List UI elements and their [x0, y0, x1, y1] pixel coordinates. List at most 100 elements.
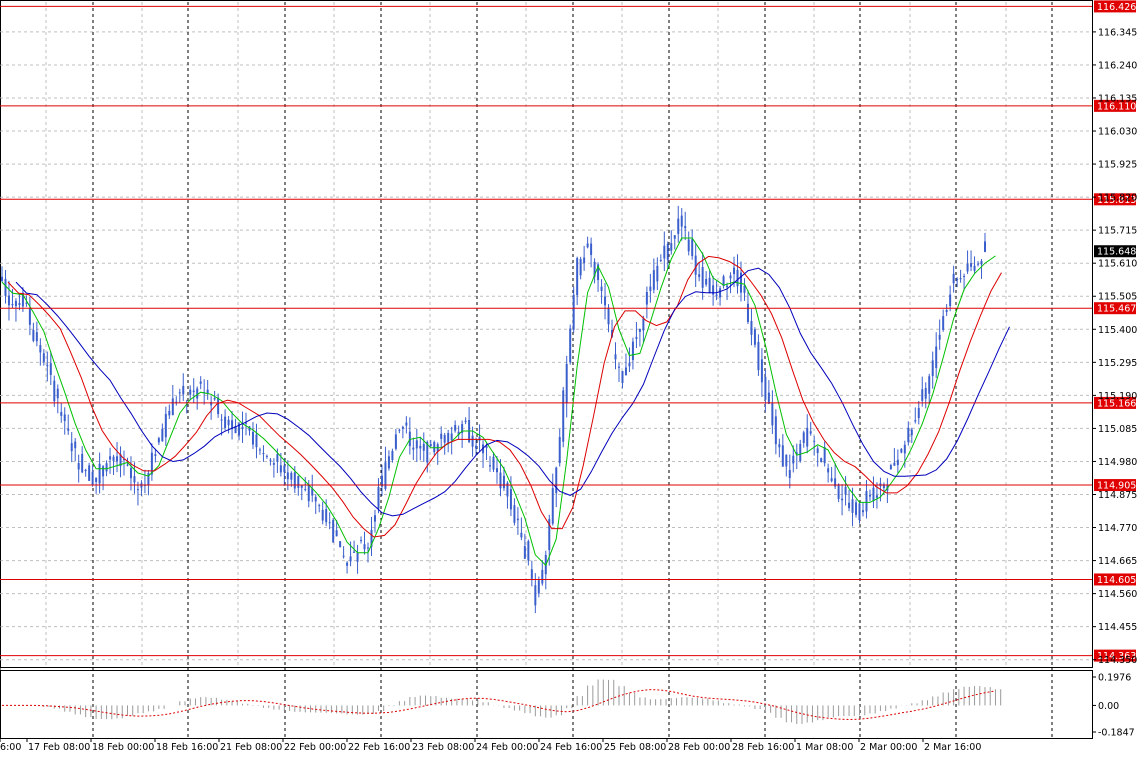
price-tick-label: 114.770	[1098, 523, 1137, 534]
candle-body	[698, 274, 701, 277]
candle-body	[109, 456, 112, 460]
candle-body	[907, 427, 910, 443]
time-tick-label: 24 Feb 00:00	[476, 742, 538, 753]
candle-body	[945, 310, 948, 313]
price-tick-label: 114.665	[1098, 556, 1137, 567]
candle-body	[949, 294, 952, 307]
price-tick-label: 114.875	[1098, 490, 1137, 501]
candle-body	[767, 392, 770, 404]
candle-body	[405, 422, 408, 426]
candle-body	[95, 477, 98, 482]
candle-body	[792, 455, 795, 464]
candle-body	[733, 267, 736, 275]
candle-body	[401, 426, 404, 429]
candle-body	[196, 388, 199, 399]
candle-body	[576, 258, 579, 296]
candle-body	[785, 454, 788, 467]
candle-body	[60, 412, 63, 416]
candle-body	[102, 466, 105, 477]
candle-body	[680, 215, 683, 227]
level-badge-label: 116.426	[1097, 2, 1136, 13]
price-tick-label: 115.820	[1098, 193, 1137, 204]
candle-body	[677, 218, 680, 234]
candle-body	[157, 438, 160, 443]
time-axis: 16:00 17 Feb 08:0018 Feb 00:0018 Feb 16:0…	[0, 738, 981, 753]
candle-body	[513, 505, 516, 523]
candle-body	[129, 468, 132, 479]
forex-chart[interactable]: 116.426116.110115.813115.467115.166114.9…	[0, 0, 1140, 757]
candle-body	[391, 450, 394, 461]
candle-body	[433, 441, 436, 453]
candle-body	[335, 530, 338, 537]
candle-body	[286, 472, 289, 480]
price-tick-label: 115.400	[1098, 325, 1137, 336]
candle-body	[844, 486, 847, 495]
candle-body	[217, 397, 220, 415]
candle-body	[492, 456, 495, 470]
candle-body	[328, 522, 331, 524]
candle-body	[924, 388, 927, 399]
candle-body	[523, 546, 526, 559]
candle-body	[276, 454, 279, 462]
candle-body	[42, 353, 45, 362]
candle-body	[631, 341, 634, 361]
candle-body	[896, 459, 899, 466]
oscillator-frame	[0, 670, 1093, 739]
candle-body	[307, 484, 310, 502]
candle-body	[746, 303, 749, 323]
candle-body	[251, 431, 254, 445]
candle-body	[614, 354, 617, 360]
price-tick-label: 114.980	[1098, 457, 1137, 468]
candle-body	[900, 449, 903, 453]
candle-body	[70, 443, 73, 452]
candle-body	[963, 276, 966, 278]
candle-body	[558, 437, 561, 464]
candle-body	[914, 420, 917, 422]
candle-body	[255, 434, 258, 448]
candle-body	[258, 449, 261, 451]
candle-body	[645, 292, 648, 305]
candle-body	[705, 278, 708, 285]
time-tick-label: 25 Feb 08:00	[604, 742, 666, 753]
candle-body	[628, 362, 631, 367]
candle-body	[475, 445, 478, 449]
candle-body	[241, 426, 244, 430]
candle-body	[617, 366, 620, 368]
candle-body	[520, 532, 523, 538]
candle-body	[868, 494, 871, 497]
candle-body	[283, 465, 286, 473]
candle-body	[586, 243, 589, 248]
candle-body	[495, 468, 498, 473]
candle-body	[708, 277, 711, 294]
candle-body	[530, 569, 533, 579]
candle-body	[935, 346, 938, 368]
candle-body	[314, 496, 317, 502]
candle-body	[279, 465, 282, 473]
candle-body	[715, 294, 718, 296]
candle-body	[105, 463, 108, 472]
candle-body	[848, 502, 851, 509]
price-tick-label: 116.240	[1098, 60, 1137, 71]
candle-body	[555, 467, 558, 494]
candle-body	[809, 431, 812, 434]
candle-body	[32, 329, 35, 341]
candle-body	[321, 509, 324, 521]
candle-body	[764, 376, 767, 400]
time-tick-label: 28 Feb 16:00	[732, 742, 794, 753]
candle-body	[7, 295, 10, 306]
candle-body	[855, 502, 858, 515]
candle-body	[635, 336, 638, 339]
price-tick-label: 115.925	[1098, 160, 1137, 171]
candle-body	[182, 385, 185, 395]
candle-body	[910, 429, 913, 436]
candle-body	[921, 389, 924, 401]
candle-body	[753, 329, 756, 345]
candle-body	[161, 428, 164, 442]
candle-body	[440, 433, 443, 439]
candle-body	[499, 472, 502, 489]
candle-body	[673, 235, 676, 239]
price-tick-label: 115.295	[1098, 358, 1137, 369]
candle-body	[903, 444, 906, 454]
candle-body	[262, 453, 265, 455]
candle-body	[394, 434, 397, 449]
